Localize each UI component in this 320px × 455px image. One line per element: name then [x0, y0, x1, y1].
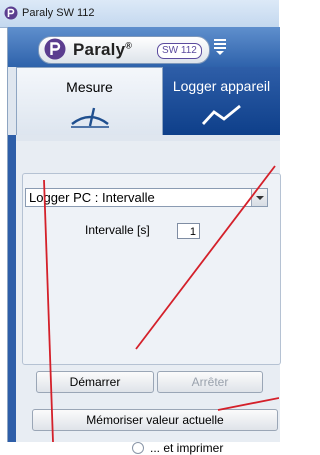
- stop-button[interactable]: Arrêter: [157, 371, 263, 393]
- memorize-button[interactable]: Mémoriser valeur actuelle: [32, 409, 278, 431]
- logo-band: Paraly® SW 112: [8, 27, 280, 67]
- tab-logger-label: Logger appareil: [172, 78, 271, 94]
- gauge-icon: [70, 107, 109, 128]
- line-chart-icon: [201, 104, 241, 125]
- tab-logger-appareil[interactable]: Logger appareil: [163, 67, 280, 135]
- window-title: Paraly SW 112: [22, 7, 95, 19]
- app-window: Paraly® SW 112 Mesure Logger appareil Lo…: [7, 27, 281, 455]
- brand-name: Paraly®: [73, 40, 133, 59]
- brand-logo: Paraly® SW 112: [38, 36, 210, 64]
- model-badge: SW 112: [157, 43, 202, 59]
- tab-mesure[interactable]: Mesure: [16, 67, 163, 136]
- left-edge: [8, 135, 16, 442]
- print-checkbox-label: ... et imprimer: [150, 441, 224, 455]
- menu-icon[interactable]: [214, 39, 226, 55]
- app-icon: [4, 6, 18, 20]
- measure-panel: Logger PC : Intervalle Intervalle [s] 1 …: [16, 141, 281, 455]
- interval-input[interactable]: 1: [177, 223, 200, 239]
- print-checkbox[interactable]: [132, 442, 144, 454]
- start-button[interactable]: Démarrer: [36, 371, 154, 393]
- tab-mesure-label: Mesure: [66, 79, 113, 95]
- paraly-logo-icon: [44, 38, 66, 60]
- logger-mode-select[interactable]: Logger PC : Intervalle: [25, 188, 268, 207]
- window-title-bar: Paraly SW 112: [0, 0, 279, 28]
- chevron-down-icon[interactable]: [251, 189, 267, 206]
- interval-label: Intervalle [s]: [85, 223, 150, 237]
- logger-mode-value: Logger PC : Intervalle: [29, 190, 155, 205]
